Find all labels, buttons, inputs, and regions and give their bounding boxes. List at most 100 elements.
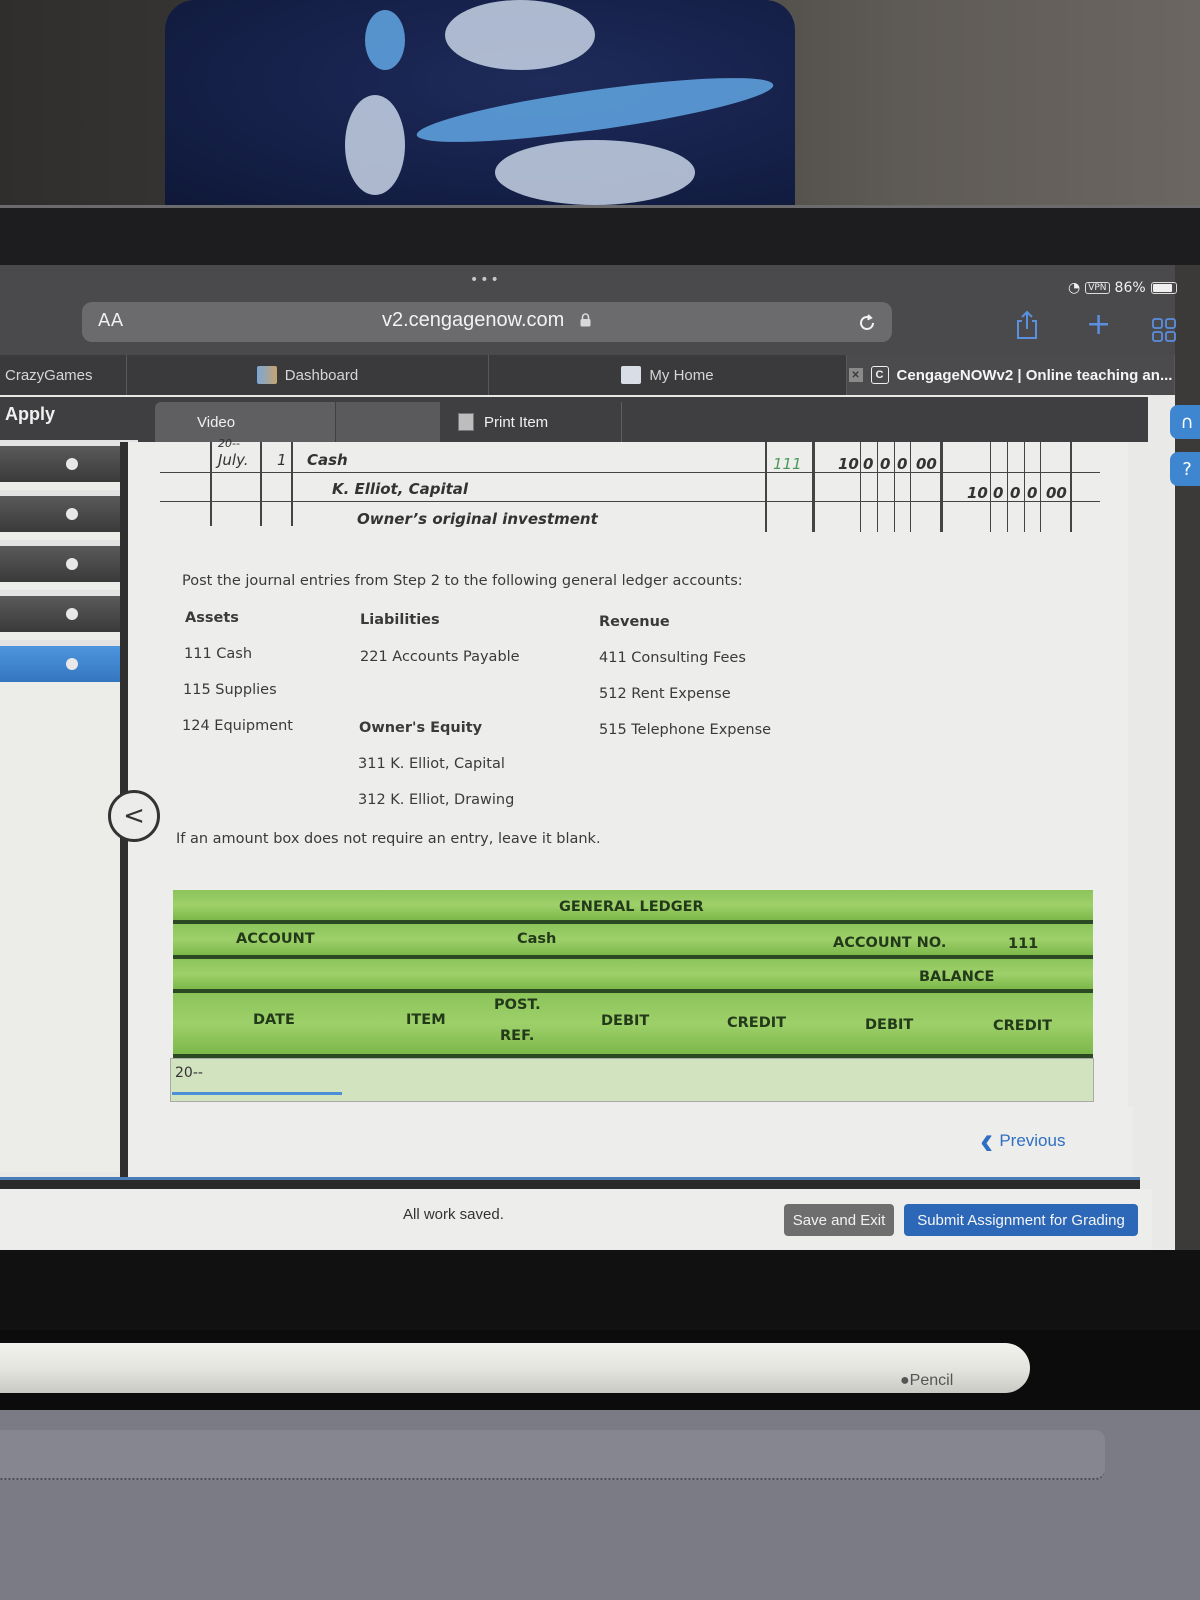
previous-button[interactable]: ‹ Previous	[980, 1119, 1066, 1163]
tab-dashboard[interactable]: Dashboard	[127, 355, 489, 395]
ipad-bezel-bottom	[0, 1250, 1200, 1330]
case-flap	[0, 1430, 1105, 1480]
dashboard-favicon-icon	[256, 366, 277, 384]
apple-pencil	[0, 1343, 1030, 1393]
account-item: 515 Telephone Expense	[599, 722, 772, 738]
cengage-logo-icon: C	[870, 366, 889, 384]
account-item: 411 Consulting Fees	[599, 650, 746, 666]
save-and-exit-button[interactable]: Save and Exit	[784, 1204, 894, 1236]
blank-entry-note: If an amount box does not require an ent…	[176, 831, 601, 847]
instructions-text: Post the journal entries from Step 2 to …	[182, 573, 743, 589]
account-item: 512 Rent Expense	[599, 686, 731, 702]
new-tab-icon[interactable]: +	[1086, 310, 1111, 340]
gl-title: GENERAL LEDGER	[559, 899, 704, 915]
debit-digit: 0	[863, 455, 874, 473]
help-icon: ?	[1182, 458, 1192, 480]
journal-month: July.	[218, 451, 249, 469]
journal-day: 1	[277, 451, 287, 469]
close-tab-icon[interactable]: ✕	[848, 368, 863, 382]
ledger-entry-row[interactable]	[170, 1058, 1094, 1102]
journal-post-ref: 111	[773, 455, 802, 473]
sidebar-step-4[interactable]	[0, 590, 138, 632]
footer-divider	[0, 1177, 1140, 1189]
support-headset-button[interactable]: ∩	[1170, 405, 1200, 439]
col-post: POST.	[494, 997, 541, 1013]
gl-balance-label: BALANCE	[919, 969, 995, 985]
credit-cents: 00	[1046, 484, 1067, 502]
gl-account-name: Cash	[517, 931, 557, 947]
reload-icon[interactable]	[856, 312, 878, 334]
save-status: All work saved.	[403, 1206, 504, 1223]
lock-icon	[580, 313, 591, 327]
tab-label: CengageNOWv2 | Online teaching an...	[896, 366, 1173, 384]
sidebar-step-5[interactable]	[0, 640, 138, 682]
share-icon[interactable]	[1015, 310, 1039, 340]
gl-account-no: 111	[1008, 936, 1039, 952]
credit-digit: 0	[1027, 484, 1038, 502]
vpn-badge: VPN	[1085, 282, 1110, 294]
battery-percent: 86%	[1114, 280, 1146, 296]
debit-digit: 10	[838, 455, 859, 473]
debit-digit: 0	[897, 455, 908, 473]
pencil-label: ●Pencil	[900, 1372, 953, 1390]
journal-year: 20--	[218, 437, 240, 450]
tab-crazygames[interactable]: CrazyGames	[0, 355, 127, 395]
step-dot-icon	[66, 608, 78, 620]
my-home-favicon-icon	[621, 366, 642, 384]
account-item: 221 Accounts Payable	[360, 649, 520, 665]
gl-account-no-label: ACCOUNT NO.	[833, 935, 947, 951]
revenue-heading: Revenue	[599, 614, 670, 630]
journal-row-1-description: Cash	[307, 451, 348, 469]
col-credit: CREDIT	[727, 1015, 787, 1031]
help-button[interactable]: ?	[1170, 452, 1200, 486]
credit-digit: 0	[993, 484, 1004, 502]
submit-assignment-button[interactable]: Submit Assignment for Grading	[904, 1204, 1138, 1236]
account-item: 115 Supplies	[183, 682, 277, 698]
chevron-left-icon: <	[123, 801, 145, 831]
account-item: 111 Cash	[184, 646, 253, 662]
previous-label: Previous	[999, 1131, 1066, 1150]
video-tab[interactable]: Video	[155, 402, 335, 442]
journal-row-3-description: Owner’s original investment	[357, 510, 598, 528]
tab-overview-icon[interactable]	[1152, 318, 1176, 342]
print-item-label: Print Item	[484, 413, 549, 431]
liabilities-heading: Liabilities	[360, 612, 440, 628]
tab-cengagenow[interactable]: ✕ C CengageNOWv2 | Online teaching an...	[847, 355, 1175, 395]
headset-icon: ∩	[1180, 411, 1194, 433]
owners-equity-heading: Owner's Equity	[359, 720, 483, 736]
credit-digit: 10	[967, 484, 988, 502]
wifi-icon: ◔	[1068, 280, 1081, 296]
tab-label: Dashboard	[284, 366, 359, 384]
chevron-left-icon: ‹	[980, 1119, 994, 1163]
sidebar-step-3[interactable]	[0, 540, 138, 582]
col-item: ITEM	[406, 1012, 446, 1028]
sidebar-step-2[interactable]	[0, 490, 138, 532]
collapse-sidebar-button[interactable]: <	[108, 790, 160, 842]
account-item: 124 Equipment	[182, 718, 293, 734]
section-label: Apply	[5, 404, 56, 424]
col-date: DATE	[253, 1012, 295, 1028]
video-tab-label: Video	[197, 413, 236, 431]
journal-excerpt: 20-- July. 1 Cash K. Elliot, Capital Own…	[160, 437, 1100, 532]
step-dot-icon	[66, 558, 78, 570]
col-balance-debit: DEBIT	[865, 1017, 914, 1033]
step-dot-icon	[66, 658, 78, 670]
header-tab-blank[interactable]	[335, 402, 440, 442]
ipad-bezel-top	[0, 205, 1200, 265]
gl-account-label: ACCOUNT	[236, 931, 315, 947]
window-menu-dots[interactable]: •••	[470, 272, 501, 288]
print-item-button[interactable]: Print Item	[442, 402, 622, 442]
print-icon	[458, 413, 474, 431]
tab-my-home[interactable]: My Home	[489, 355, 847, 395]
ledger-row-year: 20--	[175, 1065, 203, 1081]
tab-label: My Home	[649, 366, 714, 384]
sidebar-step-1[interactable]	[0, 440, 138, 482]
status-bar: ◔ VPN 86%	[1068, 280, 1177, 296]
journal-row-2-description: K. Elliot, Capital	[332, 480, 469, 498]
pencil-label-text: Pencil	[909, 1372, 954, 1389]
battery-icon	[1150, 282, 1177, 294]
url-text[interactable]: v2.cengagenow.com	[382, 309, 564, 332]
debit-cents: 00	[916, 455, 937, 473]
date-input-focus[interactable]	[172, 1092, 342, 1095]
text-size-button[interactable]: AA	[98, 310, 123, 331]
